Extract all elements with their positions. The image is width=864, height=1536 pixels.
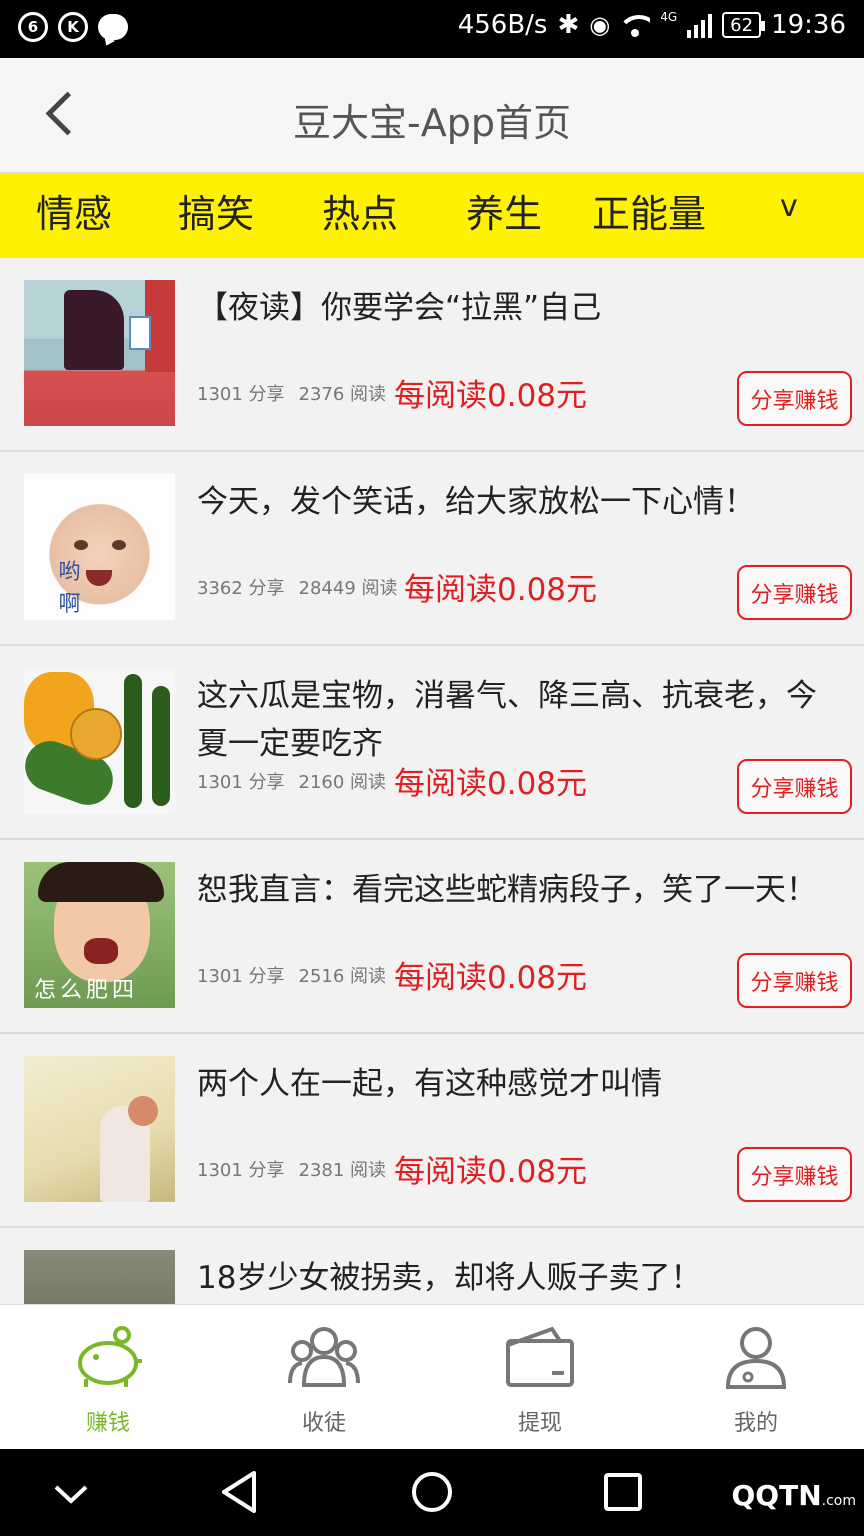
read-count: 28449 阅读 bbox=[298, 578, 398, 599]
read-count: 2381 阅读 bbox=[298, 1160, 387, 1181]
share-earn-button[interactable]: 分享赚钱 bbox=[737, 371, 852, 426]
share-earn-button[interactable]: 分享赚钱 bbox=[737, 1147, 852, 1202]
nav-label: 提现 bbox=[517, 1411, 562, 1436]
list-item[interactable]: 18岁少女被拐卖，却将人贩子卖了！ bbox=[0, 1228, 864, 1304]
nav-label: 赚钱 bbox=[85, 1411, 130, 1436]
home-circle-icon[interactable] bbox=[387, 1449, 477, 1536]
reward-text: 每阅读0.08元 bbox=[394, 766, 588, 802]
network-type: 4G bbox=[660, 10, 678, 24]
piggy-bank-icon bbox=[78, 1326, 142, 1387]
category-tabs: 情感 搞笑 热点 养生 正能量 v bbox=[0, 173, 864, 258]
list-item[interactable]: 这六瓜是宝物，消暑气、降三高、抗衰老，今夏一定要吃齐 1301 分享 2160 … bbox=[0, 646, 864, 840]
article-title[interactable]: 这六瓜是宝物，消暑气、降三高、抗衰老，今夏一定要吃齐 bbox=[197, 672, 837, 768]
net-speed: 456B/s bbox=[457, 10, 548, 40]
reward-text: 每阅读0.08元 bbox=[404, 572, 598, 608]
list-item[interactable]: 怎么肥四 恕我直言：看完这些蛇精病段子，笑了一天！ 1301 分享 2516 阅… bbox=[0, 840, 864, 1034]
clock: 19:36 bbox=[771, 10, 846, 40]
thumbnail-caption: 哟 啊 bbox=[58, 560, 141, 617]
share-count: 1301 分享 bbox=[197, 772, 285, 793]
tab-emotion[interactable]: 情感 bbox=[36, 183, 112, 238]
share-count: 1301 分享 bbox=[197, 384, 285, 405]
article-title[interactable]: 【夜读】你要学会“拉黑”自己 bbox=[197, 284, 837, 332]
battery-icon: 62 bbox=[722, 12, 765, 38]
article-thumbnail bbox=[24, 1056, 175, 1202]
status-right: 456B/s ✱ ◉ 4G 62 19:36 bbox=[458, 10, 846, 40]
tab-funny[interactable]: 搞笑 bbox=[178, 183, 254, 238]
article-stats: 1301 分享 2516 阅读 bbox=[197, 962, 386, 988]
share-earn-button[interactable]: 分享赚钱 bbox=[737, 953, 852, 1008]
article-title[interactable]: 恕我直言：看完这些蛇精病段子，笑了一天！ bbox=[197, 866, 837, 914]
share-count: 1301 分享 bbox=[197, 1160, 285, 1181]
group-icon bbox=[288, 1327, 360, 1387]
share-count: 3362 分享 bbox=[197, 578, 285, 599]
article-stats: 1301 分享 2381 阅读 bbox=[197, 1156, 386, 1182]
list-item[interactable]: 【夜读】你要学会“拉黑”自己 1301 分享 2376 阅读 每阅读0.08元 … bbox=[0, 258, 864, 452]
article-thumbnail bbox=[24, 668, 175, 814]
wallet-icon bbox=[506, 1326, 574, 1387]
nav-withdraw[interactable]: 提现 bbox=[432, 1305, 648, 1450]
bottom-nav: 赚钱 收徒 提现 我的 bbox=[0, 1304, 864, 1449]
article-thumbnail: 怎么肥四 bbox=[24, 862, 175, 1008]
read-count: 2376 阅读 bbox=[298, 384, 387, 405]
article-title[interactable]: 今天，发个笑话，给大家放松一下心情！ bbox=[197, 478, 837, 526]
list-item[interactable]: 哟 啊 今天，发个笑话，给大家放松一下心情！ 3362 分享 28449 阅读 … bbox=[0, 452, 864, 646]
article-title[interactable]: 18岁少女被拐卖，却将人贩子卖了！ bbox=[197, 1254, 837, 1302]
tab-positive-energy[interactable]: 正能量 bbox=[592, 183, 706, 238]
status-left-icons: 6 K bbox=[18, 12, 128, 42]
page-title: 豆大宝-App首页 bbox=[293, 101, 571, 145]
tabs-more-button[interactable]: v bbox=[780, 189, 798, 224]
signal-icon bbox=[687, 12, 713, 38]
wifi-icon bbox=[620, 13, 651, 37]
collapse-icon[interactable] bbox=[26, 1449, 116, 1536]
k-icon: K bbox=[58, 12, 88, 42]
tab-health[interactable]: 养生 bbox=[466, 183, 542, 238]
nav-label: 收徒 bbox=[301, 1411, 346, 1436]
bluetooth-icon: ✱ bbox=[557, 10, 580, 40]
system-navigation-bar: QQTN.com bbox=[0, 1449, 864, 1536]
share-earn-button[interactable]: 分享赚钱 bbox=[737, 565, 852, 620]
app-header: 豆大宝-App首页 bbox=[0, 58, 864, 173]
thumbnail-caption: 怎么肥四 bbox=[34, 978, 139, 1003]
article-stats: 1301 分享 2160 阅读 bbox=[197, 768, 386, 794]
article-stats: 3362 分享 28449 阅读 bbox=[197, 574, 398, 600]
share-count: 1301 分享 bbox=[197, 966, 285, 987]
reward-text: 每阅读0.08元 bbox=[394, 1154, 588, 1190]
nav-earn[interactable]: 赚钱 bbox=[0, 1305, 216, 1450]
reward-text: 每阅读0.08元 bbox=[394, 378, 588, 414]
list-item[interactable]: 两个人在一起，有这种感觉才叫情 1301 分享 2381 阅读 每阅读0.08元… bbox=[0, 1034, 864, 1228]
article-thumbnail: 哟 啊 bbox=[24, 474, 175, 620]
nav-mine[interactable]: 我的 bbox=[648, 1305, 864, 1450]
watermark-logo: QQTN.com bbox=[731, 1479, 857, 1512]
article-thumbnail bbox=[24, 280, 175, 426]
tab-hot[interactable]: 热点 bbox=[322, 183, 398, 238]
weibo-icon: 6 bbox=[18, 12, 48, 42]
article-thumbnail bbox=[24, 1250, 175, 1304]
nav-disciples[interactable]: 收徒 bbox=[216, 1305, 432, 1450]
user-icon bbox=[725, 1327, 787, 1389]
article-stats: 1301 分享 2376 阅读 bbox=[197, 380, 386, 406]
share-earn-button[interactable]: 分享赚钱 bbox=[737, 759, 852, 814]
read-count: 2516 阅读 bbox=[298, 966, 387, 987]
battery-level: 62 bbox=[730, 14, 754, 36]
read-count: 2160 阅读 bbox=[298, 772, 387, 793]
article-title[interactable]: 两个人在一起，有这种感觉才叫情 bbox=[197, 1060, 837, 1108]
reward-text: 每阅读0.08元 bbox=[394, 960, 588, 996]
back-triangle-icon[interactable] bbox=[196, 1449, 286, 1536]
eye-icon: ◉ bbox=[589, 11, 611, 39]
chat-bubble-icon bbox=[98, 14, 128, 40]
nav-label: 我的 bbox=[733, 1411, 778, 1436]
recents-square-icon[interactable] bbox=[578, 1449, 668, 1536]
article-list: 【夜读】你要学会“拉黑”自己 1301 分享 2376 阅读 每阅读0.08元 … bbox=[0, 258, 864, 1304]
status-bar: 6 K 456B/s ✱ ◉ 4G 62 19:36 bbox=[0, 0, 864, 58]
